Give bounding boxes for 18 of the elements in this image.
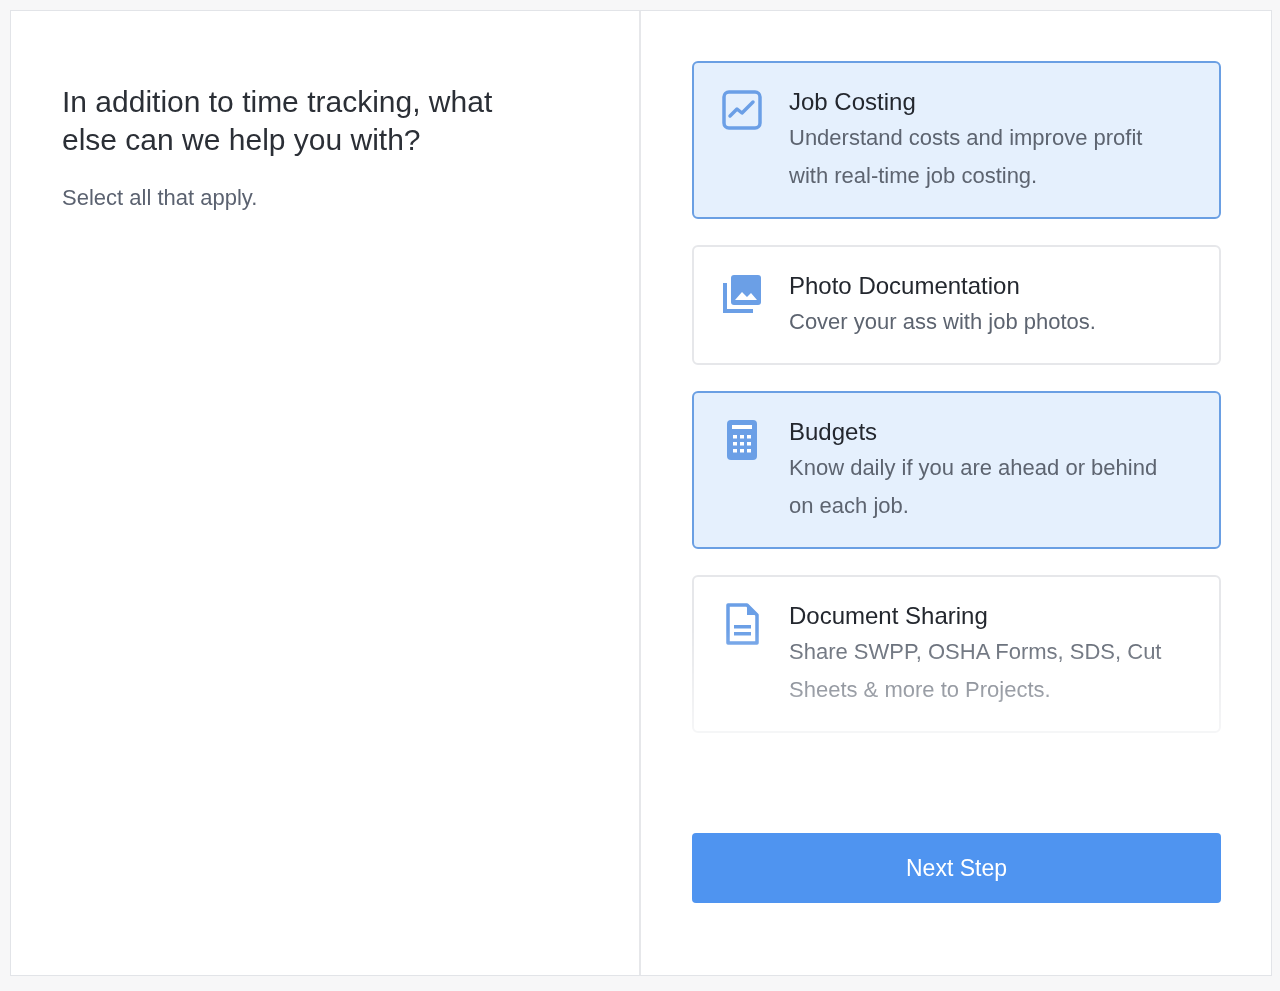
chart-icon [721, 89, 763, 131]
option-description: Share SWPP, OSHA Forms, SDS, Cut Sheets & more to Projects. [789, 638, 1163, 704]
option-card[interactable]: Budgets Know daily if you are ahead or behind on each job. [692, 391, 1221, 549]
option-card[interactable]: Job Costing Understand costs and improve profit with real-time job costing. [692, 61, 1221, 219]
option-title: Budgets [789, 417, 879, 447]
option-card[interactable]: Document Sharing Share SWPP, OSHA Forms, SDS, Cut Sheets & more to Projects. [692, 575, 1221, 733]
option-title: Job Costing [789, 87, 917, 117]
images-icon [721, 273, 763, 315]
hint-text: Select all that apply. [62, 185, 259, 211]
document-icon [725, 603, 759, 645]
question-title: In addition to time tracking, what else can we help you with? [62, 84, 494, 158]
calculator-icon [726, 419, 758, 461]
option-title: Document Sharing [789, 601, 989, 631]
option-card[interactable]: Photo Documentation Cover your ass with job photos. [692, 245, 1221, 365]
option-description: Understand costs and improve profit with real-time job costing. [789, 124, 1144, 190]
option-title: Photo Documentation [789, 271, 1021, 301]
option-description: Know daily if you are ahead or behind on each job. [789, 454, 1159, 520]
option-description: Cover your ass with job photos. [789, 308, 1096, 336]
